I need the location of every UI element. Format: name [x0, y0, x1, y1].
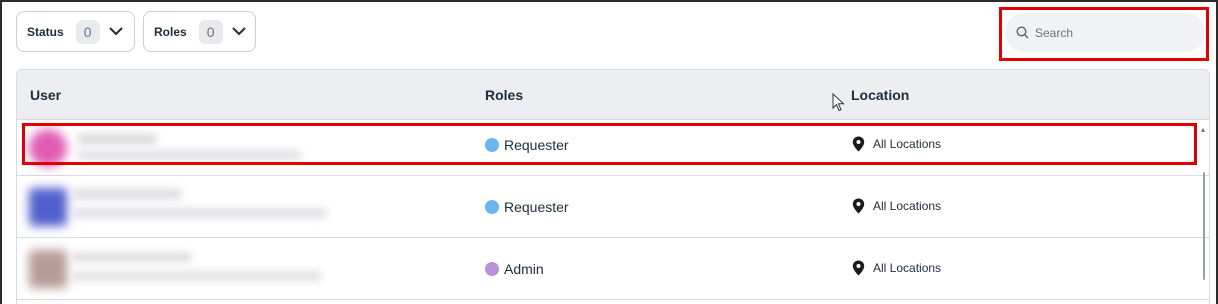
row-highlight-box: [22, 123, 1197, 165]
user-email-redacted: [72, 208, 327, 218]
search-bar[interactable]: [1005, 13, 1205, 52]
scroll-up-arrow-icon[interactable]: ▴: [1201, 125, 1205, 134]
status-filter-count: 0: [75, 19, 100, 44]
role-dot: [485, 200, 499, 214]
location-label: All Locations: [873, 261, 942, 275]
column-header-location[interactable]: Location: [851, 87, 909, 103]
role-cell: Admin: [485, 261, 544, 277]
user-email-redacted: [72, 271, 322, 281]
location-cell: All Locations: [851, 198, 941, 214]
chevron-down-icon: [108, 24, 124, 40]
table-row[interactable]: Admin All Locations: [17, 238, 1209, 300]
search-icon: [1015, 26, 1029, 40]
location-pin-icon: [851, 260, 865, 276]
user-name-redacted: [72, 189, 182, 199]
chevron-down-icon: [231, 24, 247, 40]
location-cell: All Locations: [851, 260, 941, 276]
roles-filter-button[interactable]: Roles 0: [143, 11, 256, 52]
table-header: User Roles Location: [17, 70, 1209, 120]
status-filter-label: Status: [27, 24, 64, 39]
mouse-pointer-icon: [832, 92, 846, 113]
role-label: Requester: [504, 199, 569, 215]
user-name-redacted: [72, 252, 192, 262]
column-header-roles[interactable]: Roles: [485, 87, 523, 103]
roles-filter-count: 0: [198, 19, 223, 44]
users-table: User Roles Location Requester All Locati…: [16, 69, 1210, 304]
role-cell: Requester: [485, 199, 569, 215]
status-filter-button[interactable]: Status 0: [16, 11, 135, 52]
location-pin-icon: [851, 198, 865, 214]
avatar: [29, 188, 67, 226]
avatar: [29, 250, 67, 288]
vertical-scrollbar[interactable]: [1203, 172, 1205, 280]
role-dot: [485, 262, 499, 276]
table-row[interactable]: Requester All Locations: [17, 176, 1209, 238]
column-header-user[interactable]: User: [30, 87, 61, 103]
role-label: Admin: [504, 261, 544, 277]
roles-filter-label: Roles: [154, 24, 187, 39]
location-label: All Locations: [873, 199, 942, 213]
search-input[interactable]: [1035, 25, 1185, 40]
